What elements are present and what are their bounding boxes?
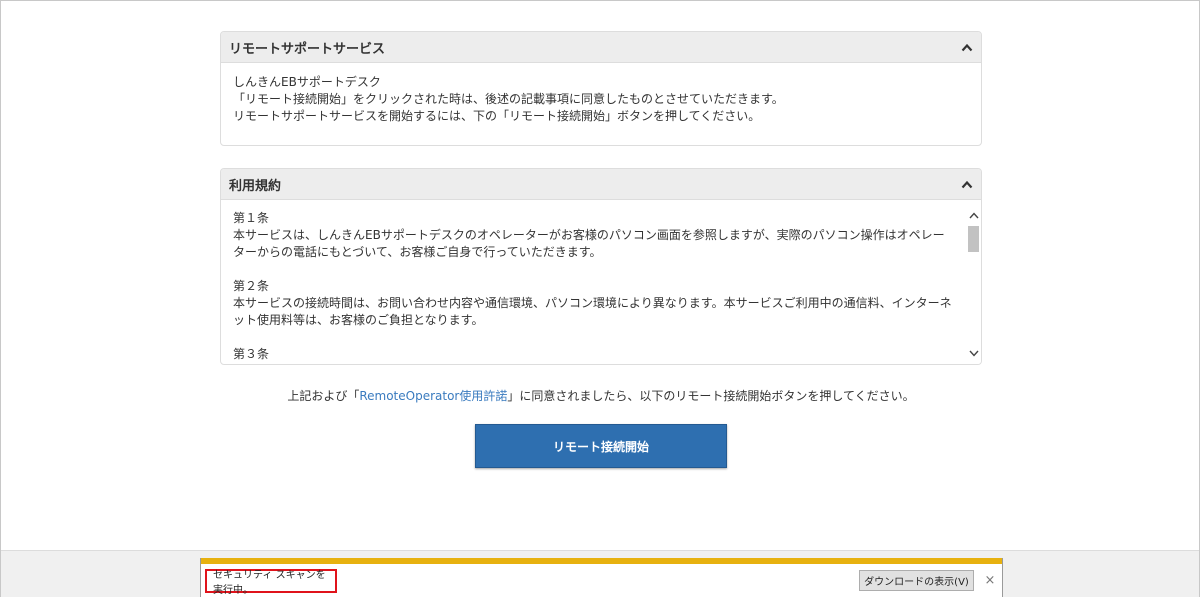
article-text: 本サービスの接続時間は、お問い合わせ内容や通信環境、パソコン環境により異なります… [233,296,952,327]
terms-article: 第２条 本サービスの接続時間は、お問い合わせ内容や通信環境、パソコン環境により異… [233,278,953,329]
terms-panel-header[interactable]: 利用規約 [221,169,981,200]
scroll-up-icon[interactable] [966,208,981,223]
terms-article: 第１条 本サービスは、しんきんEBサポートデスクのオペレーターがお客様のパソコン… [233,210,953,261]
terms-panel-title: 利用規約 [229,178,282,194]
chevron-up-icon[interactable] [961,41,973,53]
scroll-thumb[interactable] [968,226,979,252]
consent-prefix: 上記および「 [287,389,360,403]
terms-scroll-area[interactable]: 第１条 本サービスは、しんきんEBサポートデスクのオペレーターがお客様のパソコン… [221,201,981,364]
remote-support-line: 「リモート接続開始」をクリックされた時は、後述の記載事項に同意したものとさせてい… [233,92,784,106]
remoteoperator-license-link[interactable]: RemoteOperator使用許諾 [359,389,507,403]
remote-support-line: リモートサポートサービスを開始するには、下の「リモート接続開始」ボタンを押してく… [233,109,761,123]
terms-scrollbar[interactable] [966,201,981,364]
terms-article: 第３条 [233,346,953,363]
article-heading: 第１条 [233,211,270,225]
view-downloads-button[interactable]: ダウンロードの表示(V) [859,570,974,591]
consent-text: 上記および「RemoteOperator使用許諾」に同意されましたら、以下のリモ… [1,387,1200,404]
remote-support-panel-body: しんきんEBサポートデスク 「リモート接続開始」をクリックされた時は、後述の記載… [221,63,981,135]
remote-support-line: しんきんEBサポートデスク [233,75,381,89]
terms-panel: 利用規約 第１条 本サービスは、しんきんEBサポートデスクのオペレーターがお客様… [220,168,982,365]
notification-accent-bar [201,558,1002,564]
article-heading: 第３条 [233,347,270,361]
remote-support-panel-title: リモートサポートサービス [229,41,386,57]
scroll-down-icon[interactable] [966,346,981,361]
article-heading: 第２条 [233,279,270,293]
article-text: 本サービスは、しんきんEBサポートデスクのオペレーターがお客様のパソコン画面を参… [233,228,945,259]
chevron-up-icon[interactable] [961,178,973,190]
close-icon[interactable]: × [983,572,997,588]
remote-support-panel: リモートサポートサービス しんきんEBサポートデスク 「リモート接続開始」をクリ… [220,31,982,146]
terms-content: 第１条 本サービスは、しんきんEBサポートデスクのオペレーターがお客様のパソコン… [221,201,981,363]
start-remote-connection-button[interactable]: リモート接続開始 [475,424,727,468]
download-notification-bar: セキュリティ スキャンを実行中。 ダウンロードの表示(V) × [200,558,1003,597]
remote-support-panel-header[interactable]: リモートサポートサービス [221,32,981,63]
consent-suffix: 」に同意されましたら、以下のリモート接続開始ボタンを押してください。 [507,389,915,403]
security-scan-status: セキュリティ スキャンを実行中。 [205,569,337,596]
